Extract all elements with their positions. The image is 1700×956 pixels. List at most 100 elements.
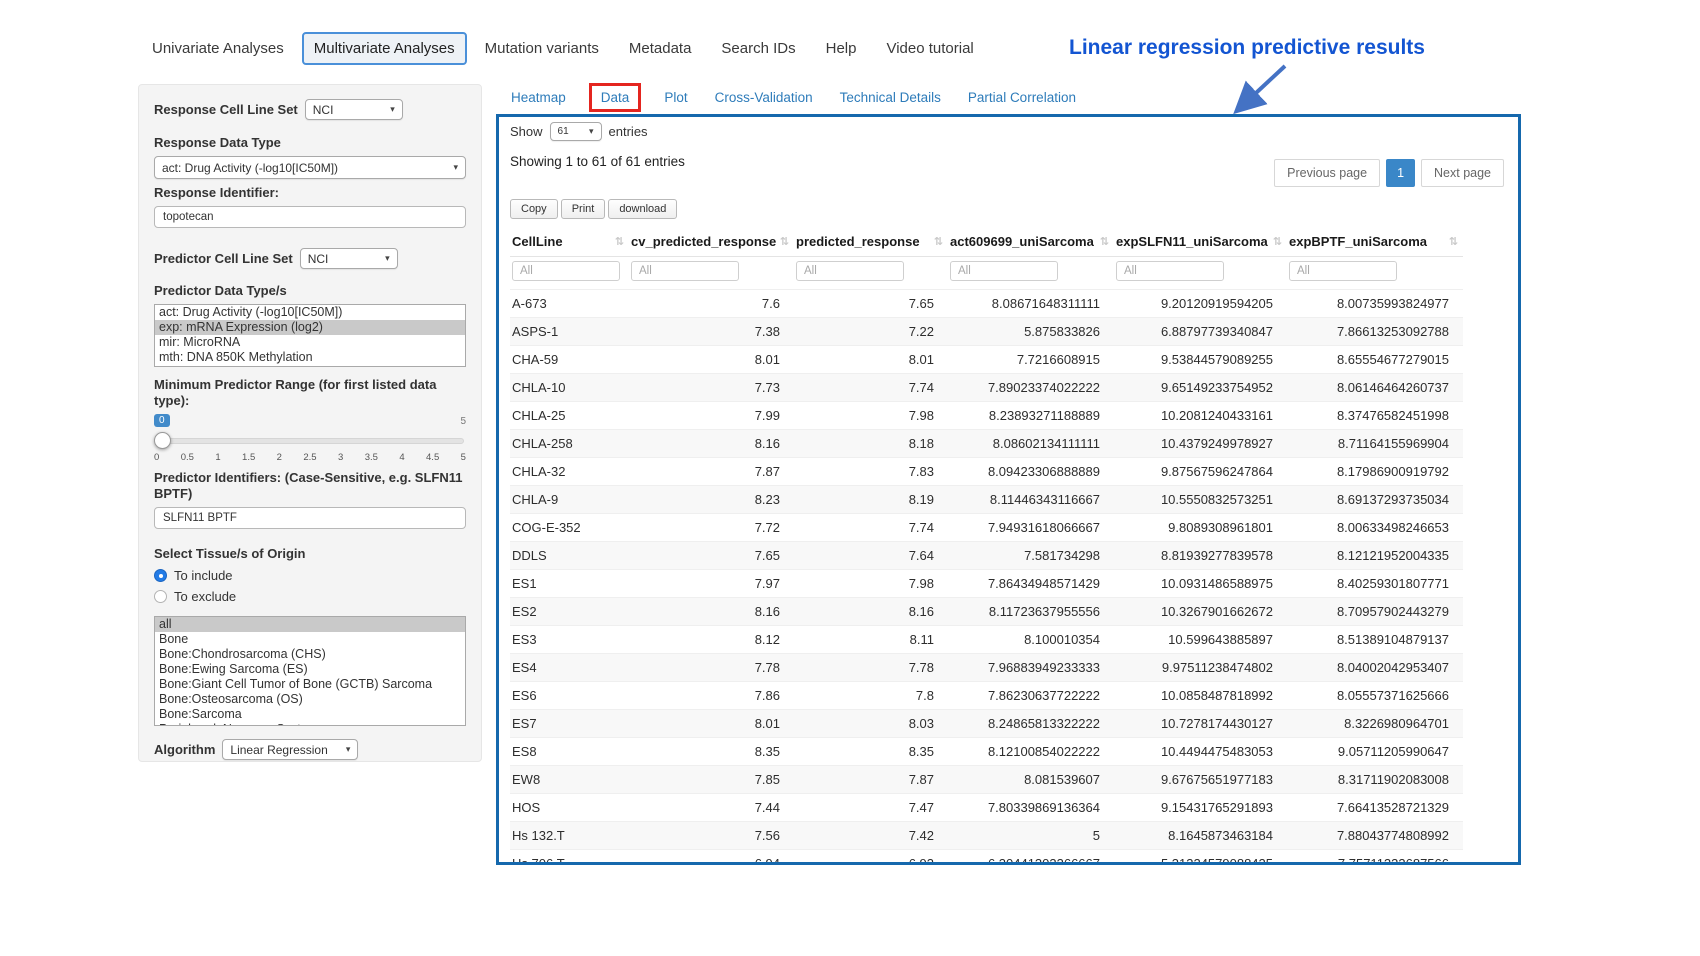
nav-tab-metadata[interactable]: Metadata [617,32,704,65]
cell-value: 9.67675651977183 [1114,766,1287,794]
tissue-option-bone-sarcoma[interactable]: Bone:Sarcoma [155,707,465,722]
selected-value: 61 [558,126,569,137]
column-header-cellline[interactable]: CellLine⇅ [510,228,629,257]
tab-data[interactable]: Data [589,83,642,112]
tissue-radio-group: To include To exclude [154,568,466,604]
cell-value: 7.97 [629,570,794,598]
cell-value: 7.65 [794,290,948,318]
sort-icon[interactable]: ⇅ [1100,235,1109,248]
sort-icon[interactable]: ⇅ [934,235,943,248]
predictor-identifiers-input[interactable] [154,507,466,529]
filter-input-act609699-unisarcoma[interactable] [950,261,1058,281]
current-page-button[interactable]: 1 [1386,159,1415,187]
filter-input-expbptf-unisarcoma[interactable] [1289,261,1397,281]
chevron-down-icon: ▾ [589,127,594,136]
tab-cross-validation[interactable]: Cross-Validation [715,90,813,105]
response-identifier-input[interactable] [154,206,466,228]
filter-input-cellline[interactable] [512,261,620,281]
cell-value: 10.4494475483053 [1114,738,1287,766]
predictor-option-mir-microrna[interactable]: mir: MicroRNA [155,335,465,350]
tissue-option-bone-ewing-sarcoma-es[interactable]: Bone:Ewing Sarcoma (ES) [155,662,465,677]
column-header-predicted-response[interactable]: predicted_response⇅ [794,228,948,257]
cell-value: 8.35 [794,738,948,766]
cell-value: 8.23893271188889 [948,402,1114,430]
cell-value: 7.89023374022222 [948,374,1114,402]
cell-value: 7.6 [629,290,794,318]
cell-value: 9.87567596247864 [1114,458,1287,486]
tissue-listbox[interactable]: allBoneBone:Chondrosarcoma (CHS)Bone:Ewi… [154,616,466,726]
column-header-expslfn11-unisarcoma[interactable]: expSLFN11_uniSarcoma⇅ [1114,228,1287,257]
tab-plot[interactable]: Plot [664,90,687,105]
response-data-type-select[interactable]: act: Drug Activity (-log10[IC50M]) ▾ [154,156,466,179]
annotation-title: Linear regression predictive results [1069,36,1509,60]
predictor-data-types-listbox[interactable]: act: Drug Activity (-log10[IC50M])exp: m… [154,304,466,367]
predictor-identifiers-label: Predictor Identifiers: (Case-Sensitive, … [154,470,466,502]
nav-tab-mutation-variants[interactable]: Mutation variants [473,32,611,65]
sort-icon[interactable]: ⇅ [1449,235,1458,248]
annotation-arrow-icon [1230,62,1292,116]
cell-value: 10.3267901662672 [1114,598,1287,626]
nav-tab-search-ids[interactable]: Search IDs [709,32,807,65]
cell-value: 8.18 [794,430,948,458]
table-row: ES67.867.87.8623063772222210.08584878189… [510,682,1463,710]
column-header-expbptf-unisarcoma[interactable]: expBPTF_uniSarcoma⇅ [1287,228,1463,257]
sort-icon[interactable]: ⇅ [1273,235,1282,248]
cell-value: 8.100010354 [948,626,1114,654]
copy-button[interactable]: Copy [510,199,558,219]
sort-icon[interactable]: ⇅ [615,235,624,248]
next-page-button[interactable]: Next page [1421,159,1504,187]
response-cell-line-set-select[interactable]: NCI ▾ [305,99,403,120]
slider-tick-label: 1.5 [242,452,255,463]
predictor-data-types-label: Predictor Data Type/s [154,283,466,299]
column-header-label: act609699_uniSarcoma [950,234,1094,249]
previous-page-button[interactable]: Previous page [1274,159,1380,187]
column-header-act609699-unisarcoma[interactable]: act609699_uniSarcoma ⇅ [948,228,1114,257]
radio-to-exclude[interactable]: To exclude [154,589,466,604]
min-predictor-range-slider[interactable]: 0 5 00.511.522.533.544.55 [154,414,466,466]
radio-to-include[interactable]: To include [154,568,466,583]
entries-count-select[interactable]: 61 ▾ [550,122,602,141]
tissue-option-bone[interactable]: Bone [155,632,465,647]
table-row: CHLA-107.737.747.890233740222229.6514923… [510,374,1463,402]
radio-button[interactable] [154,590,167,603]
nav-tab-help[interactable]: Help [814,32,869,65]
tab-heatmap[interactable]: Heatmap [511,90,566,105]
cell-value: 8.00735993824977 [1287,290,1463,318]
predictor-cell-line-set-select[interactable]: NCI ▾ [300,248,398,269]
column-header-cv-predicted-response[interactable]: cv_predicted_response⇅ [629,228,794,257]
slider-handle[interactable] [154,432,171,449]
cell-value: 9.53844579089255 [1114,346,1287,374]
cell-value: 8.70957902443279 [1287,598,1463,626]
tissue-option-all[interactable]: all [155,617,465,632]
predictor-option-mth-dna-850k-methylation[interactable]: mth: DNA 850K Methylation [155,350,465,365]
nav-tab-univariate-analyses[interactable]: Univariate Analyses [140,32,296,65]
nav-tab-multivariate-analyses[interactable]: Multivariate Analyses [302,32,467,65]
tissue-option-bone-osteosarcoma-os[interactable]: Bone:Osteosarcoma (OS) [155,692,465,707]
tissue-option-bone-chondrosarcoma-chs[interactable]: Bone:Chondrosarcoma (CHS) [155,647,465,662]
slider-track[interactable] [156,438,464,444]
radio-label: To include [174,568,233,583]
filter-input-predicted-response[interactable] [796,261,904,281]
sort-icon[interactable]: ⇅ [780,235,789,248]
filter-input-expslfn11-unisarcoma[interactable] [1116,261,1224,281]
table-header-row: CellLine⇅cv_predicted_response⇅predicted… [510,228,1463,257]
cell-value: 10.0858487818992 [1114,682,1287,710]
tab-partial-correlation[interactable]: Partial Correlation [968,90,1076,105]
tissue-option-peripheral-nervous-system[interactable]: Peripheral_Nervous_System [155,722,465,726]
nav-tab-video-tutorial[interactable]: Video tutorial [874,32,985,65]
tissue-option-bone-giant-cell-tumor-of-bone-gctb-sarcoma[interactable]: Bone:Giant Cell Tumor of Bone (GCTB) Sar… [155,677,465,692]
tab-technical-details[interactable]: Technical Details [840,90,941,105]
predictor-option-exp-mrna-expression-log2[interactable]: exp: mRNA Expression (log2) [155,320,465,335]
predictor-cell-line-set-label: Predictor Cell Line Set [154,251,293,267]
download-button[interactable]: download [608,199,677,219]
radio-button[interactable] [154,569,167,582]
predictor-option-act-drug-activity-log10-ic50m[interactable]: act: Drug Activity (-log10[IC50M]) [155,305,465,320]
print-button[interactable]: Print [561,199,606,219]
cell-value: 8.19 [794,486,948,514]
filter-input-cv-predicted-response[interactable] [631,261,739,281]
cell-value: 10.0931486588975 [1114,570,1287,598]
algorithm-select[interactable]: Linear Regression ▾ [222,739,358,760]
cell-value: 6.88797739340847 [1114,318,1287,346]
table-row: ES38.128.118.10001035410.5996438858978.5… [510,626,1463,654]
cell-value: 7.47 [794,794,948,822]
